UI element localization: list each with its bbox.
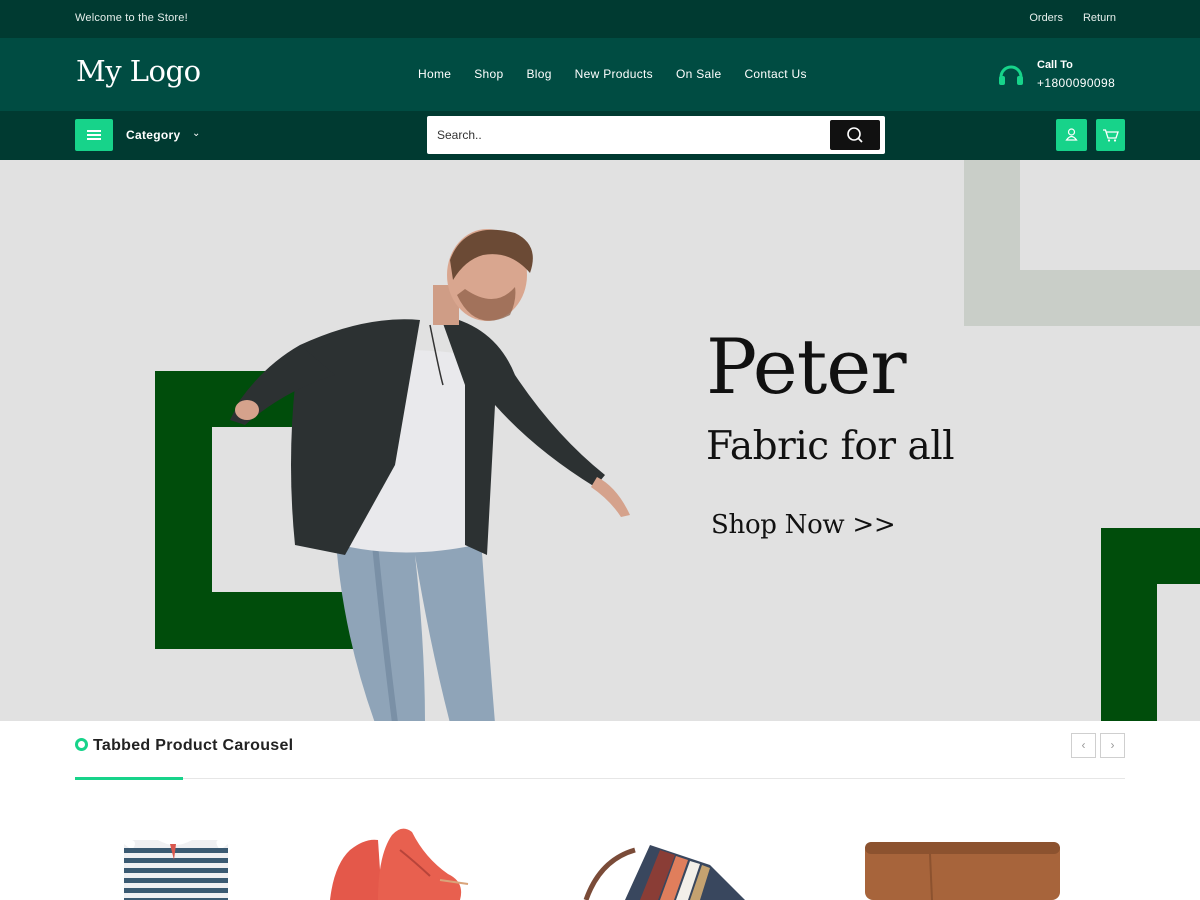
- account-button[interactable]: [1056, 119, 1087, 151]
- search-input[interactable]: [437, 125, 827, 145]
- search-button[interactable]: [830, 120, 880, 150]
- welcome-text: Welcome to the Store!: [75, 12, 188, 24]
- main-header: My Logo Home Shop Blog New Products On S…: [0, 38, 1200, 111]
- search-bar-row: Category ⌄: [0, 111, 1200, 160]
- nav-contact-us[interactable]: Contact Us: [744, 67, 806, 81]
- product-image-leather-case[interactable]: [860, 810, 1065, 900]
- product-image-striped-shirt[interactable]: [118, 810, 233, 900]
- nav-new-products[interactable]: New Products: [575, 67, 653, 81]
- orders-link[interactable]: Orders: [1029, 12, 1063, 24]
- call-number[interactable]: +1800090098: [1037, 76, 1115, 90]
- top-links: Orders Return: [1029, 12, 1116, 24]
- return-link[interactable]: Return: [1083, 12, 1116, 24]
- nav-blog[interactable]: Blog: [526, 67, 551, 81]
- top-bar: Welcome to the Store! Orders Return: [0, 0, 1200, 38]
- category-label: Category: [126, 128, 181, 142]
- chevron-right-icon: ›: [1110, 738, 1115, 752]
- search-box: [427, 116, 885, 154]
- hero-model-image: [230, 229, 630, 721]
- product-image-striped-wallet[interactable]: [580, 810, 750, 900]
- chevron-left-icon: ‹: [1081, 738, 1086, 752]
- active-tab-underline: [75, 777, 183, 780]
- carousel-title: Tabbed Product Carousel: [75, 737, 293, 755]
- category-dropdown[interactable]: Category ⌄: [126, 128, 200, 142]
- carousel-prev-button[interactable]: ‹: [1071, 733, 1096, 758]
- site-logo[interactable]: My Logo: [76, 54, 201, 88]
- cart-icon: [1103, 129, 1119, 142]
- nav-home[interactable]: Home: [418, 67, 451, 81]
- user-icon: [1065, 128, 1078, 141]
- headphones-icon: [999, 65, 1023, 85]
- hero-banner: Peter Fabric for all Shop Now >>: [0, 160, 1200, 721]
- ring-icon: [75, 738, 88, 751]
- carousel-next-button[interactable]: ›: [1100, 733, 1125, 758]
- search-icon: [847, 127, 863, 143]
- call-label: Call To: [1037, 59, 1073, 71]
- nav-on-sale[interactable]: On Sale: [676, 67, 721, 81]
- nav-shop[interactable]: Shop: [474, 67, 503, 81]
- hero-title: Peter: [706, 322, 907, 411]
- cart-button[interactable]: [1096, 119, 1125, 151]
- category-menu-button[interactable]: [75, 119, 113, 151]
- chevron-down-icon: ⌄: [192, 128, 201, 139]
- carousel-title-text: Tabbed Product Carousel: [93, 737, 294, 754]
- main-nav: Home Shop Blog New Products On Sale Cont…: [418, 67, 807, 81]
- hero-subtitle: Fabric for all: [706, 424, 955, 469]
- section-divider: [75, 778, 1125, 779]
- shop-now-link[interactable]: Shop Now >>: [711, 510, 896, 540]
- product-image-red-shoes[interactable]: [320, 810, 475, 900]
